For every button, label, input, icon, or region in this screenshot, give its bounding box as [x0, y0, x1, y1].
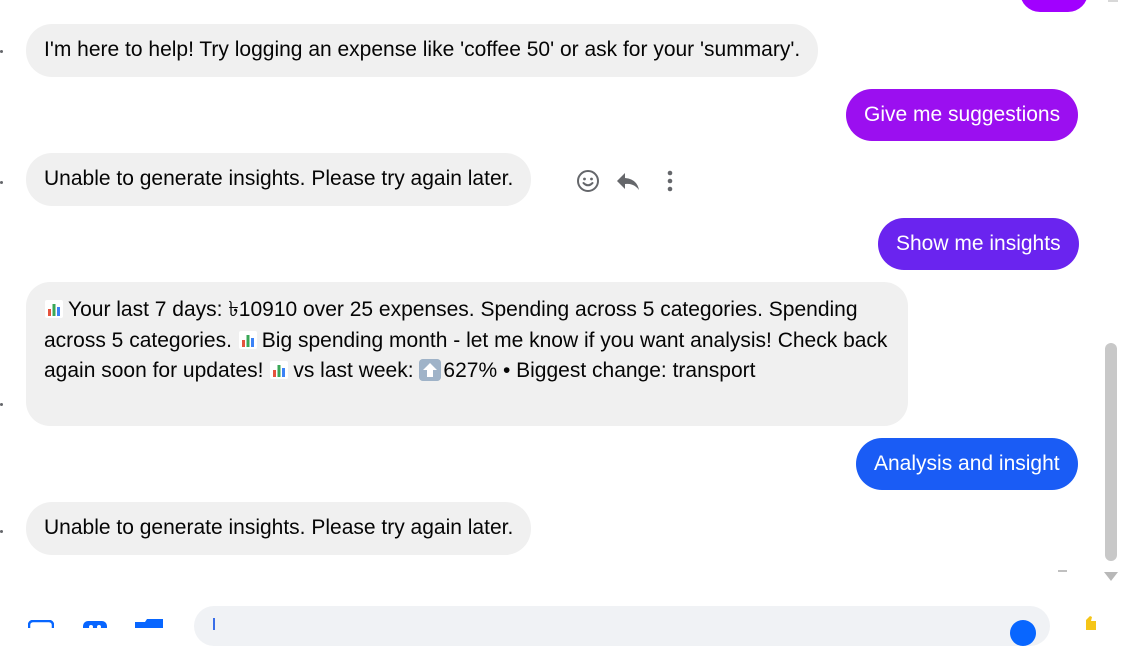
- emoji-icon[interactable]: [1010, 620, 1036, 646]
- previous-outgoing-message[interactable]: [1020, 0, 1088, 12]
- incoming-message[interactable]: I'm here to help! Try logging an expense…: [26, 24, 819, 77]
- bar-chart-icon: [238, 330, 257, 349]
- divider: [1108, 0, 1118, 2]
- up-arrow-icon: [419, 359, 442, 381]
- incoming-message[interactable]: Unable to generate insights. Please try …: [26, 502, 532, 555]
- scrollbar-thumb[interactable]: [1105, 343, 1117, 561]
- message-status-dot: [0, 530, 3, 533]
- text-cursor: [213, 618, 215, 630]
- message-text: Give me suggestions: [864, 103, 1061, 126]
- message-status-dot: [0, 181, 3, 184]
- message-status-dot: [0, 403, 3, 406]
- message-text: vs last week:: [293, 359, 414, 382]
- message-text: Analysis and insight: [874, 452, 1060, 475]
- divider: [1058, 570, 1067, 572]
- message-text: Show me insights: [896, 232, 1061, 255]
- sticker-icon[interactable]: [82, 620, 108, 628]
- reply-icon[interactable]: [612, 165, 644, 197]
- outgoing-message[interactable]: Show me insights: [878, 218, 1079, 270]
- outgoing-message[interactable]: Analysis and insight: [856, 438, 1078, 490]
- message-input[interactable]: [194, 606, 1050, 646]
- more-vertical-icon[interactable]: [654, 165, 686, 197]
- bar-chart-icon: [270, 361, 289, 379]
- scroll-down-arrow[interactable]: [1104, 572, 1118, 581]
- incoming-message[interactable]: Unable to generate insights. Please try …: [26, 153, 532, 206]
- smiley-icon[interactable]: [572, 165, 604, 197]
- incoming-message[interactable]: Your last 7 days: ৳10910 over 25 expense…: [26, 282, 908, 426]
- message-text: 627% • Biggest change: transport: [443, 359, 756, 382]
- gif-icon[interactable]: [134, 618, 164, 628]
- chat-thread: I'm here to help! Try logging an expense…: [0, 0, 1132, 646]
- message-status-dot: [0, 50, 3, 53]
- image-icon[interactable]: [28, 620, 54, 628]
- outgoing-message[interactable]: Give me suggestions: [846, 89, 1079, 141]
- message-text: I'm here to help! Try logging an expense…: [44, 38, 801, 61]
- bar-chart-icon: [45, 300, 63, 318]
- message-text: Unable to generate insights. Please try …: [44, 516, 514, 539]
- message-text: Unable to generate insights. Please try …: [44, 167, 514, 190]
